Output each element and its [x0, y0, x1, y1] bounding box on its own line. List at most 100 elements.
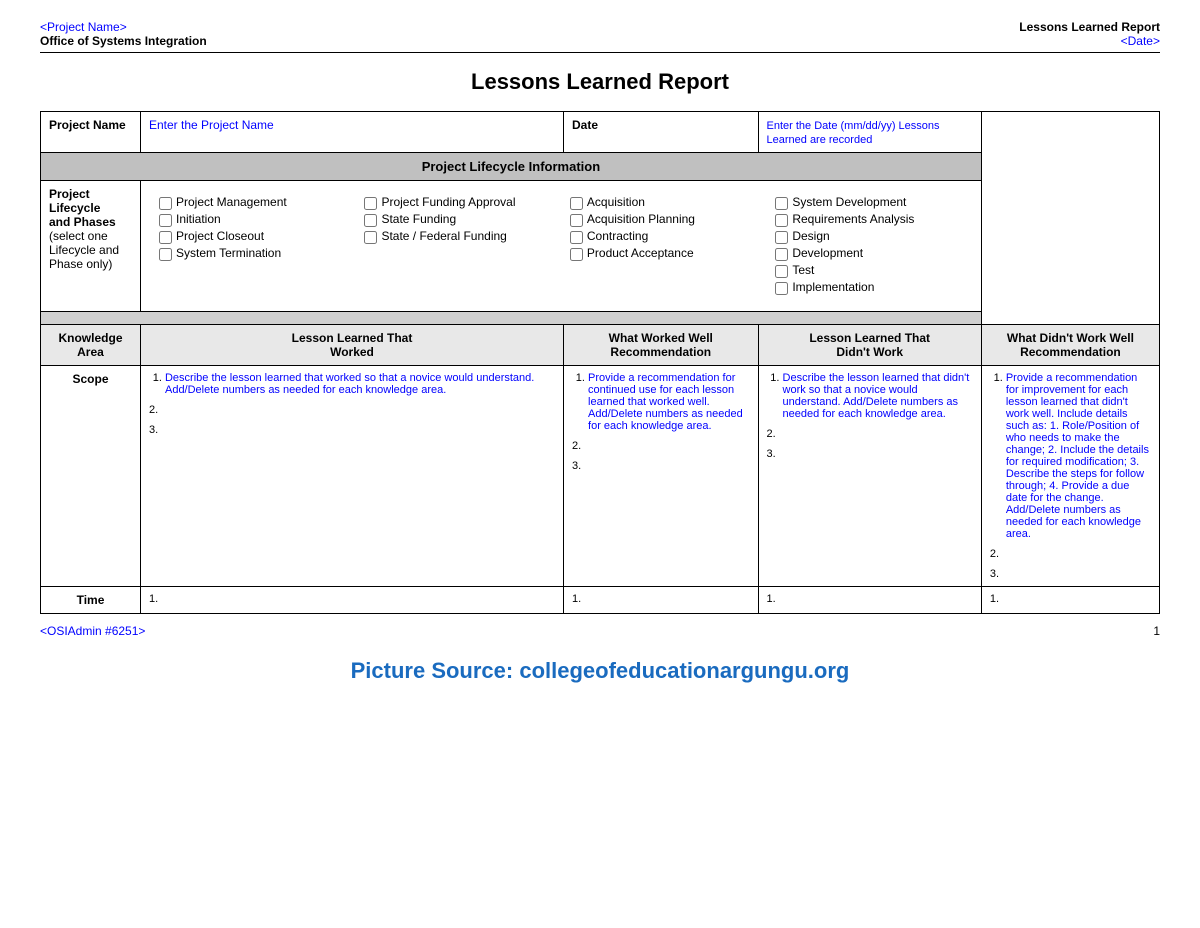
scope-label: Scope	[41, 366, 141, 587]
checkbox-impl-input[interactable]	[775, 282, 788, 295]
document-header: <Project Name> Office of Systems Integra…	[40, 20, 1160, 53]
lifecycle-col3: Acquisition Acquisition Planning Contrac…	[562, 189, 765, 303]
checkbox-contracting[interactable]: Contracting	[570, 229, 757, 244]
main-table: Project Name Enter the Project Name Date…	[40, 111, 1160, 614]
checkbox-pa-input[interactable]	[570, 248, 583, 261]
scope-col3-list: Provide a recommendation for continued u…	[572, 372, 750, 432]
checkbox-implementation[interactable]: Implementation	[775, 280, 963, 295]
header-date[interactable]: <Date>	[1019, 34, 1160, 48]
page: <Project Name> Office of Systems Integra…	[0, 0, 1200, 928]
time-col2[interactable]: 1.	[140, 587, 563, 614]
scope-col5-item-2: 2.	[990, 548, 1151, 560]
checkbox-sf-input[interactable]	[364, 214, 377, 227]
header-left: <Project Name> Office of Systems Integra…	[40, 20, 207, 48]
time-col5[interactable]: 1.	[981, 587, 1159, 614]
project-name-label: Project Name	[41, 112, 141, 153]
checkbox-state-funding[interactable]: State Funding	[364, 212, 551, 227]
spacer-cell	[41, 312, 982, 325]
checkbox-systerm-input[interactable]	[159, 248, 172, 261]
checkbox-acqp-input[interactable]	[570, 214, 583, 227]
checkbox-product-acceptance[interactable]: Product Acceptance	[570, 246, 757, 261]
scope-row: Scope Describe the lesson learned that w…	[41, 366, 1160, 587]
scope-col2-item-3: 3.	[149, 424, 555, 436]
checkbox-test-input[interactable]	[775, 265, 788, 278]
header-report-title: Lessons Learned Report	[1019, 20, 1160, 34]
date-value-cell[interactable]: Enter the Date (mm/dd/yy) Lessons Learne…	[758, 112, 981, 153]
time-col4[interactable]: 1.	[758, 587, 981, 614]
scope-col3-item-2: 2.	[572, 440, 750, 452]
col-header-knowledge-area: KnowledgeArea	[41, 325, 141, 366]
time-col3[interactable]: 1.	[564, 587, 759, 614]
date-value: Enter the Date (mm/dd/yy) Lessons Learne…	[767, 120, 940, 146]
checkbox-acquisition-planning[interactable]: Acquisition Planning	[570, 212, 757, 227]
scope-col4-item-1: Describe the lesson learned that didn't …	[783, 372, 973, 420]
checkbox-system-termination[interactable]: System Termination	[159, 246, 346, 261]
checkbox-development[interactable]: Development	[775, 246, 963, 261]
header-project-name[interactable]: <Project Name>	[40, 20, 207, 34]
scope-col2-cell[interactable]: Describe the lesson learned that worked …	[140, 366, 563, 587]
col-header-what-worked: What Worked WellRecommendation	[564, 325, 759, 366]
checkbox-closeout-input[interactable]	[159, 231, 172, 244]
checkbox-funding-approval[interactable]: Project Funding Approval	[364, 195, 551, 210]
scope-col2-text-1: Describe the lesson learned that worked …	[165, 372, 534, 396]
lifecycle-row: Project Lifecycle and Phases (select one…	[41, 181, 1160, 312]
time-row: Time 1. 1. 1. 1.	[41, 587, 1160, 614]
footer-admin-link[interactable]: <OSIAdmin #6251>	[40, 624, 145, 638]
checkbox-acq-input[interactable]	[570, 197, 583, 210]
date-label: Date	[564, 112, 759, 153]
checkbox-initiation[interactable]: Initiation	[159, 212, 346, 227]
scope-col5-list: Provide a recommendation for improvement…	[990, 372, 1151, 540]
checkbox-req-analysis[interactable]: Requirements Analysis	[775, 212, 963, 227]
scope-col2-list: Describe the lesson learned that worked …	[149, 372, 555, 396]
scope-col3-cell[interactable]: Provide a recommendation for continued u…	[564, 366, 759, 587]
checkbox-acquisition[interactable]: Acquisition	[570, 195, 757, 210]
lifecycle-section-header: Project Lifecycle Information	[41, 153, 982, 181]
column-headers-row: KnowledgeArea Lesson Learned ThatWorked …	[41, 325, 1160, 366]
col-header-didnt-work: Lesson Learned ThatDidn't Work	[758, 325, 981, 366]
checkbox-state-federal[interactable]: State / Federal Funding	[364, 229, 551, 244]
scope-col4-cell[interactable]: Describe the lesson learned that didn't …	[758, 366, 981, 587]
picture-source: Picture Source: collegeofeducationargung…	[40, 658, 1160, 684]
scope-col5-cell[interactable]: Provide a recommendation for improvement…	[981, 366, 1159, 587]
lifecycle-col2: Project Funding Approval State Funding S…	[356, 189, 559, 303]
scope-col2-item-1: Describe the lesson learned that worked …	[165, 372, 555, 396]
scope-col2-item-2: 2.	[149, 404, 555, 416]
scope-col3-item-3: 3.	[572, 460, 750, 472]
checkbox-des-input[interactable]	[775, 231, 788, 244]
checkbox-dev-input[interactable]	[775, 248, 788, 261]
col-header-worked: Lesson Learned ThatWorked	[140, 325, 563, 366]
checkbox-init-input[interactable]	[159, 214, 172, 227]
checkbox-fa-input[interactable]	[364, 197, 377, 210]
scope-col4-item-2: 2.	[767, 428, 973, 440]
lifecycle-col4: System Development Requirements Analysis…	[767, 189, 971, 303]
checkbox-cont-input[interactable]	[570, 231, 583, 244]
lifecycle-options-cell: Project Management Initiation Project Cl…	[140, 181, 981, 312]
project-name-value-cell[interactable]: Enter the Project Name	[140, 112, 563, 153]
header-office-name: Office of Systems Integration	[40, 34, 207, 48]
scope-col3-text-1: Provide a recommendation for continued u…	[588, 372, 743, 432]
footer-page-number: 1	[1153, 624, 1160, 638]
spacer-row	[41, 312, 1160, 325]
checkbox-sfed-input[interactable]	[364, 231, 377, 244]
checkbox-pm-input[interactable]	[159, 197, 172, 210]
checkbox-sysdev-input[interactable]	[775, 197, 788, 210]
checkbox-ra-input[interactable]	[775, 214, 788, 227]
lifecycle-header-row: Project Lifecycle Information	[41, 153, 1160, 181]
scope-col4-item-3: 3.	[767, 448, 973, 460]
checkbox-project-management[interactable]: Project Management	[159, 195, 346, 210]
scope-col4-list: Describe the lesson learned that didn't …	[767, 372, 973, 420]
page-footer: <OSIAdmin #6251> 1	[40, 624, 1160, 638]
header-right: Lessons Learned Report <Date>	[1019, 20, 1160, 48]
scope-col3-item-1: Provide a recommendation for continued u…	[588, 372, 750, 432]
checkbox-project-closeout[interactable]: Project Closeout	[159, 229, 346, 244]
project-name-value: Enter the Project Name	[149, 118, 274, 132]
main-title: Lessons Learned Report	[40, 69, 1160, 95]
checkbox-test[interactable]: Test	[775, 263, 963, 278]
checkbox-design[interactable]: Design	[775, 229, 963, 244]
checkbox-system-dev[interactable]: System Development	[775, 195, 963, 210]
time-label: Time	[41, 587, 141, 614]
lifecycle-label: Project Lifecycle and Phases (select one…	[41, 181, 141, 312]
lifecycle-col1: Project Management Initiation Project Cl…	[151, 189, 354, 303]
scope-col5-item-1: Provide a recommendation for improvement…	[1006, 372, 1151, 540]
scope-col5-text-1: Provide a recommendation for improvement…	[1006, 372, 1149, 540]
